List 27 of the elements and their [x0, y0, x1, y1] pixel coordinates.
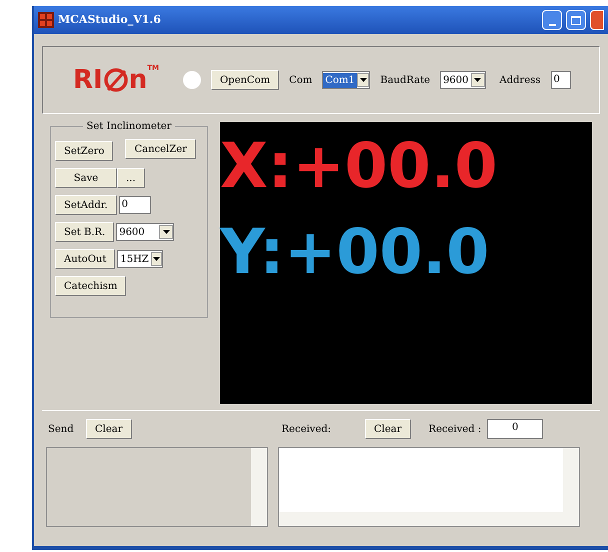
browse-button[interactable]: ... [117, 168, 145, 188]
save-button[interactable]: Save [55, 168, 117, 188]
clear-send-button[interactable]: Clear [86, 419, 132, 439]
catechism-button[interactable]: Catechism [55, 276, 126, 296]
output-rate-select[interactable]: 15HZ [117, 250, 164, 268]
baudrate-label: BaudRate [380, 74, 430, 88]
com-label: Com [289, 74, 312, 88]
set-address-button[interactable]: SetAddr. [55, 195, 117, 215]
cancel-zero-button[interactable]: CancelZer [125, 139, 196, 159]
open-com-button[interactable]: OpenCom [210, 70, 280, 90]
auto-out-button[interactable]: AutoOut [55, 249, 116, 269]
address-label: Address [500, 74, 541, 88]
address-field[interactable]: 0 [550, 71, 571, 89]
clear-received-button[interactable]: Clear [365, 419, 411, 439]
com-select[interactable]: Com1 [322, 71, 370, 89]
axis-reading: X:+00.0 [220, 130, 498, 202]
send-label: Send [47, 422, 75, 436]
axis-reading: Y:+00.0 [220, 216, 490, 288]
address-field[interactable]: 0 [118, 196, 151, 214]
set-zero-button[interactable]: SetZero [55, 141, 114, 161]
set-baudrate-button[interactable]: Set B.R. [55, 222, 114, 242]
received-count-field: 0 [487, 419, 544, 439]
baudrate-select[interactable]: 9600 [440, 71, 486, 89]
baudrate-select[interactable]: 9600 [116, 223, 174, 241]
window-title: MCAStudio_V1.6 [58, 12, 162, 28]
received-count-label: Received : [428, 422, 482, 436]
received-label: Received: [282, 422, 332, 436]
